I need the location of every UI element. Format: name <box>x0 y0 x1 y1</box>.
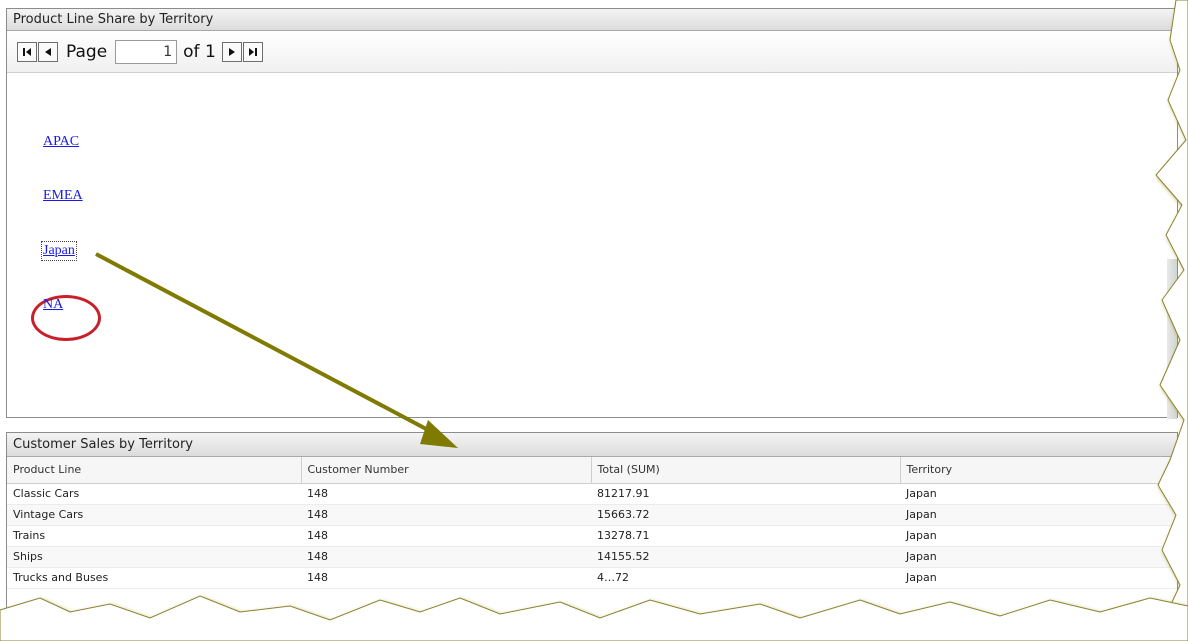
cell-customer-number: 148 <box>301 504 591 526</box>
previous-page-button[interactable] <box>38 41 58 62</box>
table-row[interactable]: Trains 148 13278.71 Japan <box>7 525 1177 547</box>
cell-customer-number: 148 <box>301 567 591 589</box>
table-row[interactable]: Ships 148 14155.52 Japan <box>7 546 1177 568</box>
table-row[interactable]: Vintage Cars 148 15663.72 Japan <box>7 504 1177 526</box>
panel-title: Product Line Share by Territory <box>7 9 1177 31</box>
page-label: Page <box>66 41 108 62</box>
first-page-icon <box>23 47 31 56</box>
sales-table: Product Line Customer Number Total (SUM)… <box>7 457 1177 589</box>
cell-customer-number: 148 <box>301 525 591 547</box>
vertical-scrollbar[interactable] <box>1167 259 1177 419</box>
cell-product-line: Trucks and Buses <box>7 567 301 589</box>
last-page-button[interactable] <box>242 41 263 62</box>
product-line-share-panel: Product Line Share by Territory Page of … <box>6 8 1178 419</box>
cell-product-line: Trains <box>7 525 301 547</box>
previous-page-icon <box>45 47 51 56</box>
last-page-icon <box>248 47 257 56</box>
cell-total: 13278.71 <box>591 525 900 547</box>
page-number-input[interactable] <box>115 39 178 64</box>
cell-territory: Japan <box>900 504 1177 526</box>
column-header-total[interactable]: Total (SUM) <box>591 457 901 484</box>
table-row[interactable]: Classic Cars 148 81217.91 Japan <box>7 483 1177 505</box>
column-header-product-line[interactable]: Product Line <box>7 457 302 484</box>
territory-link-na[interactable]: NA <box>43 297 63 313</box>
first-page-button[interactable] <box>17 41 37 62</box>
cell-product-line: Ships <box>7 546 301 568</box>
selection-highlight-ring <box>31 295 101 341</box>
customer-sales-panel: Customer Sales by Territory Product Line… <box>6 432 1178 641</box>
territory-link-emea[interactable]: EMEA <box>43 188 83 204</box>
cell-customer-number: 148 <box>301 483 591 505</box>
cell-territory: Japan <box>900 525 1177 547</box>
next-page-icon <box>228 47 235 56</box>
table-header-row: Product Line Customer Number Total (SUM)… <box>7 457 1177 484</box>
cell-territory: Japan <box>900 483 1177 505</box>
table-row[interactable]: Trucks and Buses 148 4…72 Japan <box>7 567 1177 589</box>
territory-link-japan[interactable]: Japan <box>41 241 77 261</box>
next-page-button[interactable] <box>221 41 242 62</box>
cell-territory: Japan <box>900 546 1177 568</box>
territory-list: APAC EMEA Japan NA <box>7 73 1177 417</box>
page-count-label: of 1 <box>183 41 216 62</box>
cell-total: 4…72 <box>591 567 900 589</box>
pager-toolbar: Page of 1 <box>7 31 1177 73</box>
column-header-territory[interactable]: Territory <box>900 457 1177 484</box>
column-header-customer-number[interactable]: Customer Number <box>301 457 592 484</box>
cell-product-line: Classic Cars <box>7 483 301 505</box>
cell-total: 81217.91 <box>591 483 900 505</box>
territory-link-apac[interactable]: APAC <box>43 134 79 150</box>
cell-customer-number: 148 <box>301 546 591 568</box>
cell-total: 14155.52 <box>591 546 900 568</box>
cell-territory: Japan <box>900 567 1177 589</box>
panel-title: Customer Sales by Territory <box>7 433 1177 457</box>
cell-product-line: Vintage Cars <box>7 504 301 526</box>
cell-total: 15663.72 <box>591 504 900 526</box>
